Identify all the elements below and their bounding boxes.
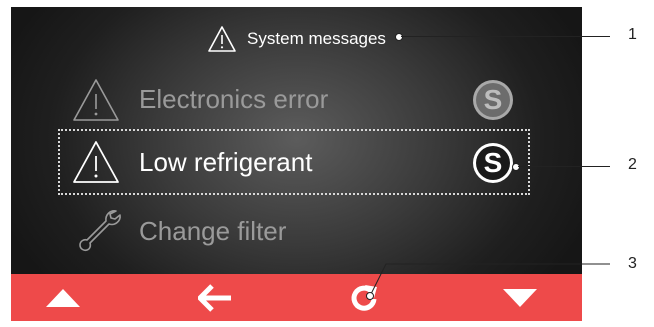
triangle-up-icon — [45, 288, 81, 308]
service-badge-label: S — [476, 146, 510, 180]
header: System messages — [11, 17, 582, 61]
message-electronics-error[interactable]: Electronics error S — [11, 71, 582, 127]
warning-triangle-icon — [71, 134, 131, 190]
message-label: Low refrigerant — [139, 147, 313, 177]
callout-dot-2 — [512, 163, 520, 171]
back-button[interactable] — [175, 274, 255, 321]
callout-line-3 — [366, 263, 610, 300]
callout-line-2 — [518, 166, 610, 167]
service-badge: S — [473, 80, 513, 120]
wrench-icon — [71, 203, 131, 259]
message-change-filter[interactable]: Change filter — [11, 203, 582, 259]
message-label: Change filter — [139, 216, 287, 246]
warning-triangle-icon — [207, 25, 237, 53]
callout-number-2: 2 — [628, 156, 637, 173]
callout-line-1 — [401, 36, 610, 37]
message-label: Electronics error — [139, 84, 329, 114]
callout-dot-1 — [395, 33, 403, 41]
service-badge-label: S — [476, 83, 510, 117]
warning-triangle-icon — [71, 71, 131, 127]
page-title: System messages — [247, 29, 386, 48]
arrow-left-icon — [198, 283, 232, 312]
callout-number-1: 1 — [628, 26, 637, 43]
service-badge: S — [473, 143, 513, 183]
message-low-refrigerant[interactable]: Low refrigerant S — [11, 134, 582, 190]
callout-number-3: 3 — [628, 255, 637, 272]
scroll-up-button[interactable] — [23, 274, 103, 321]
